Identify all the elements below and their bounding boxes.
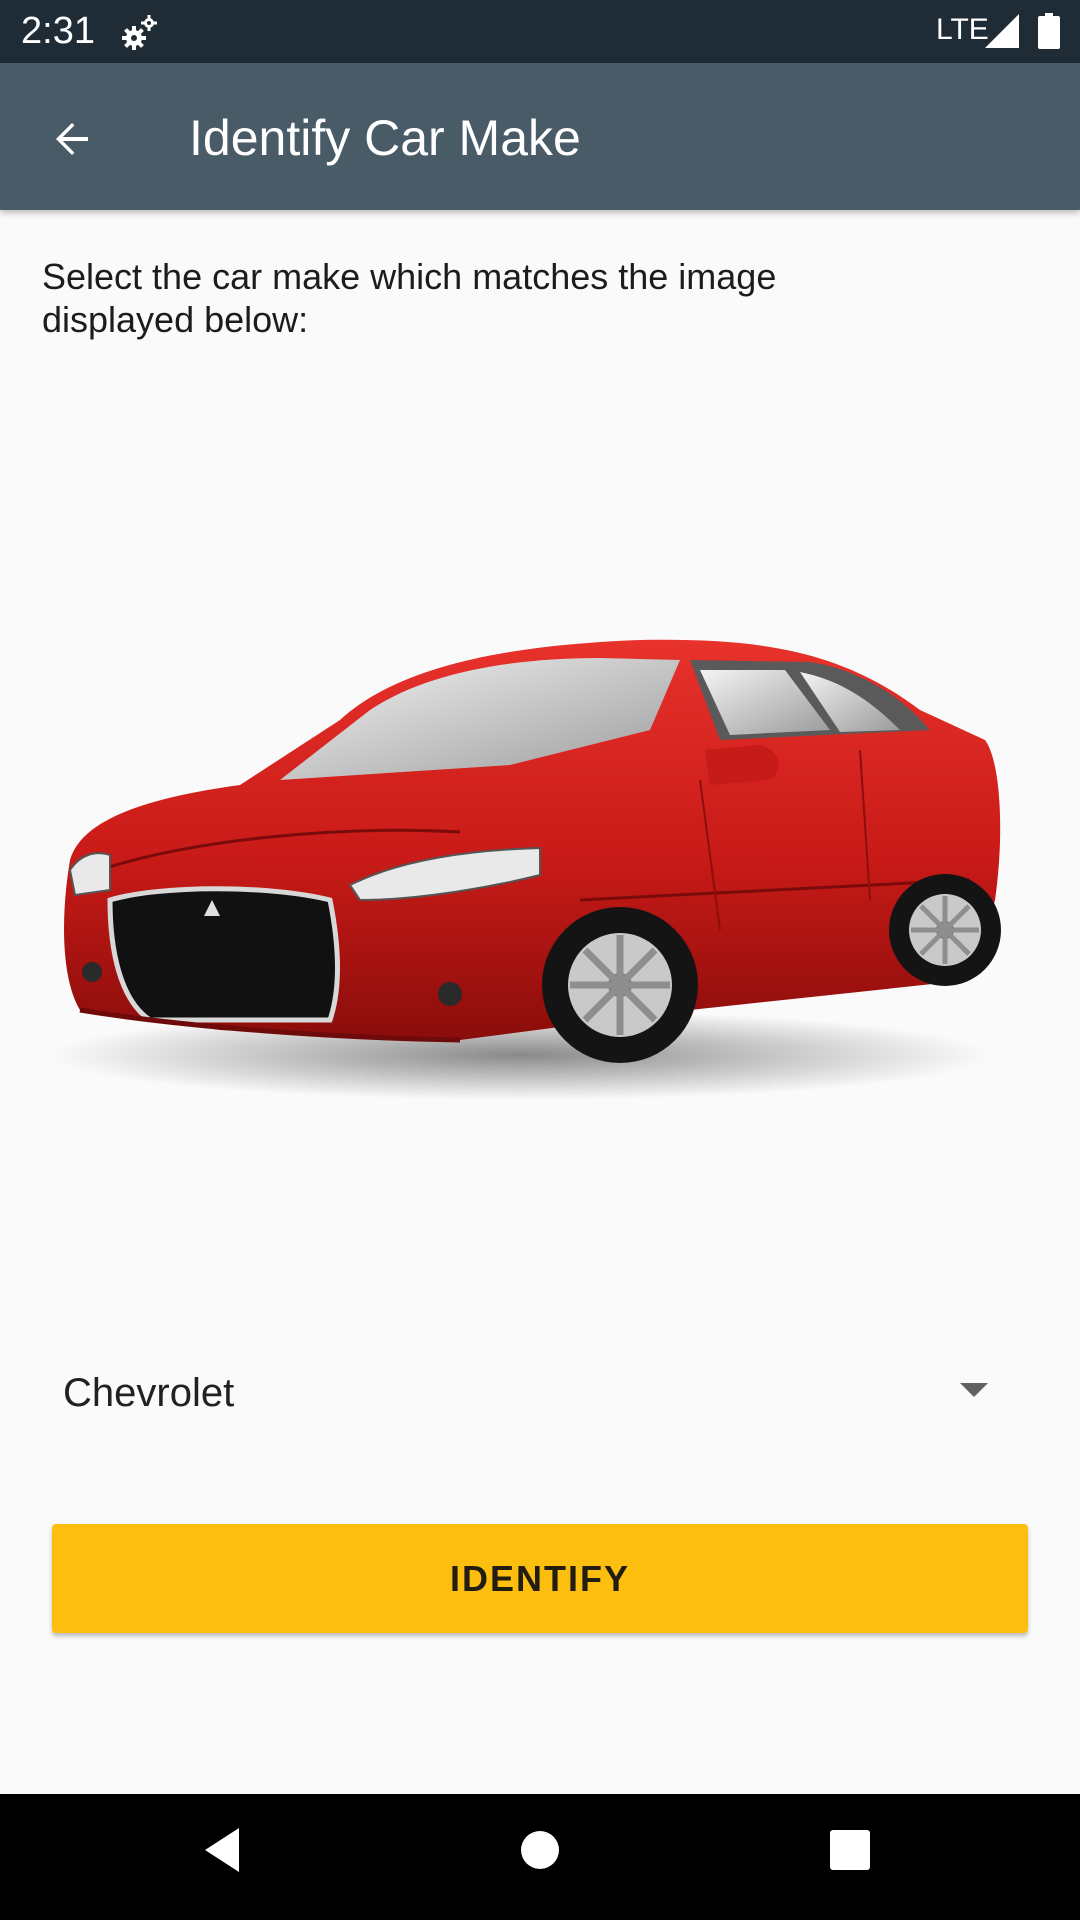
instruction-text: Select the car make which matches the im… — [42, 256, 777, 340]
nav-recents-icon[interactable] — [820, 1820, 880, 1880]
system-nav-bar — [0, 1794, 1080, 1920]
back-button[interactable] — [30, 97, 114, 181]
signal-icon — [985, 14, 1019, 48]
page-title: Identify Car Make — [189, 110, 581, 166]
status-bar: 2:31 LTE — [0, 0, 1080, 63]
battery-icon — [1038, 13, 1060, 49]
nav-home-icon[interactable] — [510, 1820, 570, 1880]
settings-icon — [122, 15, 157, 50]
car-photo — [50, 639, 1001, 1100]
make-dropdown[interactable]: Chevrolet — [42, 1348, 1002, 1438]
selected-make: Chevrolet — [63, 1371, 235, 1415]
status-time: 2:31 — [21, 10, 95, 52]
network-type: LTE — [936, 13, 989, 46]
dropdown-arrow-icon — [960, 1383, 988, 1397]
identify-button[interactable]: IDENTIFY — [52, 1524, 1028, 1633]
app-bar: Identify Car Make — [0, 63, 1080, 210]
screen: 2:31 LTE Identify Car Make Select the ca… — [0, 0, 1080, 1920]
arrow-back-icon — [56, 123, 88, 155]
identify-button-label: IDENTIFY — [449, 1558, 630, 1599]
nav-back-icon[interactable] — [195, 1820, 255, 1880]
